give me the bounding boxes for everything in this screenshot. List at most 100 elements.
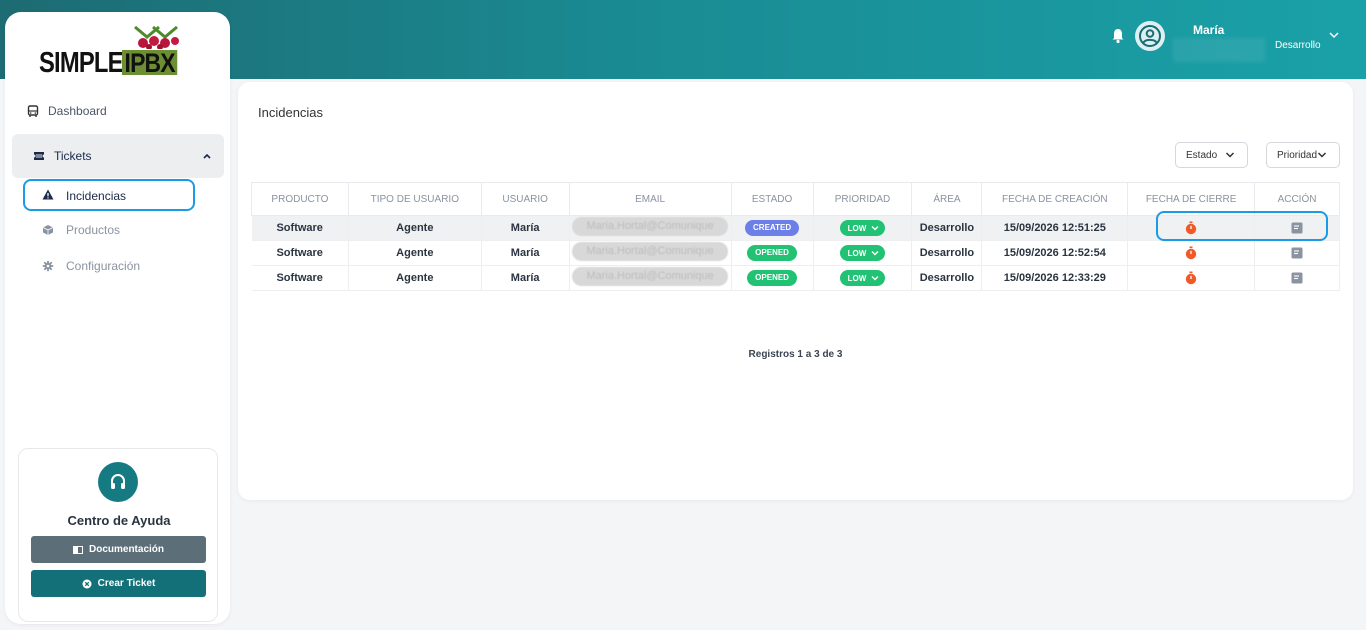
column-header[interactable]: EMAIL <box>569 182 732 216</box>
priority-label: LOW <box>847 223 867 233</box>
cell-estado: OPENED <box>731 265 814 291</box>
timer-icon[interactable] <box>1185 246 1197 260</box>
sidebar-item-label: Dashboard <box>48 104 107 118</box>
document-icon[interactable] <box>1291 272 1303 284</box>
cell-email: Maria.Hortal@Comunique <box>569 240 732 266</box>
box-icon <box>41 223 55 237</box>
sidebar-item-label: Configuración <box>66 259 141 273</box>
cell-prioridad: LOW <box>813 265 913 291</box>
cell-estado: CREATED <box>731 215 814 241</box>
column-header[interactable]: PRODUCTO <box>251 182 349 216</box>
documentation-button-label: Documentación <box>88 544 164 555</box>
cell-prioridad: LOW <box>813 215 913 241</box>
blurred-email: Maria.Hortal@Comunique <box>572 242 729 261</box>
create-ticket-button[interactable]: Crear Ticket <box>31 570 206 597</box>
book-icon <box>72 545 83 554</box>
status-badge: OPENED <box>747 245 797 261</box>
user-name: María <box>1193 23 1225 37</box>
ticket-icon <box>32 149 46 163</box>
sidebar-item-tickets[interactable]: Tickets <box>32 149 92 163</box>
headset-icon <box>98 462 138 502</box>
cell-accion <box>1254 240 1340 266</box>
column-header[interactable]: FECHA DE CREACIÓN <box>981 182 1129 216</box>
cell-tipo-usuario: Agente <box>348 265 482 291</box>
chevron-down-icon <box>1226 152 1235 158</box>
status-badge: OPENED <box>747 270 797 286</box>
priority-select[interactable]: LOW <box>839 270 886 286</box>
table-row[interactable]: Software Agente María Maria.Hortal@Comun… <box>251 240 1340 266</box>
cell-area: Desarrollo <box>911 240 983 266</box>
sidebar-item-label: Tickets <box>54 149 92 163</box>
close-circle-icon <box>82 579 92 589</box>
column-header[interactable]: TIPO DE USUARIO <box>348 182 482 216</box>
priority-select[interactable]: LOW <box>839 245 886 261</box>
column-header[interactable]: ESTADO <box>731 182 814 216</box>
user-avatar[interactable] <box>1135 21 1165 51</box>
cell-fecha-cierre <box>1127 265 1256 291</box>
user-department: Desarrollo <box>1275 40 1321 51</box>
cell-fecha-creacion: 15/09/2026 12:51:25 <box>981 215 1129 241</box>
chevron-down-icon <box>871 251 879 256</box>
chevron-down-icon <box>871 226 879 231</box>
column-header[interactable]: ÁREA <box>911 182 983 216</box>
cell-tipo-usuario: Agente <box>348 240 482 266</box>
document-icon[interactable] <box>1291 247 1303 259</box>
gear-icon <box>41 259 55 273</box>
create-ticket-button-label: Crear Ticket <box>97 578 156 589</box>
cell-accion <box>1254 265 1340 291</box>
column-header[interactable]: PRIORIDAD <box>813 182 913 216</box>
column-header[interactable]: USUARIO <box>481 182 570 216</box>
page-title: Incidencias <box>258 105 324 120</box>
prioridad-filter-label: Prioridad <box>1277 149 1318 161</box>
timer-icon[interactable] <box>1185 271 1197 285</box>
chevron-down-icon <box>1318 152 1327 158</box>
bus-icon <box>26 104 40 118</box>
chevron-down-icon <box>871 276 879 281</box>
cell-fecha-creacion: 15/09/2026 12:33:29 <box>981 265 1129 291</box>
cell-usuario: María <box>481 215 570 241</box>
user-menu[interactable]: María Desarrollo <box>1108 18 1348 64</box>
cell-producto: Software <box>251 265 349 291</box>
cell-estado: OPENED <box>731 240 814 266</box>
sidebar-item-configuracion[interactable]: Configuración <box>41 259 140 273</box>
incidents-card: Incidencias Estado Prioridad PRODUCTO TI… <box>238 82 1353 500</box>
sidebar-item-label: Productos <box>66 223 121 237</box>
chevron-down-icon[interactable] <box>1328 30 1340 40</box>
estado-filter-label: Estado <box>1186 149 1218 161</box>
cell-area: Desarrollo <box>911 215 983 241</box>
warning-icon <box>42 189 56 203</box>
cell-usuario: María <box>481 240 570 266</box>
status-badge: CREATED <box>745 220 800 236</box>
sidebar-item-incidencias[interactable]: Incidencias <box>23 179 195 211</box>
priority-label: LOW <box>847 273 867 283</box>
estado-filter-select[interactable]: Estado <box>1175 142 1248 168</box>
user-circle-icon <box>1139 25 1161 47</box>
priority-select[interactable]: LOW <box>839 220 886 236</box>
help-center-panel: Centro de Ayuda Documentación Crear Tick… <box>18 448 218 622</box>
cell-tipo-usuario: Agente <box>348 215 482 241</box>
cell-producto: Software <box>251 240 349 266</box>
cell-area: Desarrollo <box>911 265 983 291</box>
cell-usuario: María <box>481 265 570 291</box>
raspberry-logo-icon <box>134 25 179 49</box>
blurred-email: Maria.Hortal@Comunique <box>572 217 729 236</box>
cell-fecha-cierre <box>1127 240 1256 266</box>
chevron-up-icon[interactable] <box>202 151 212 161</box>
cell-prioridad: LOW <box>813 240 913 266</box>
sidebar-item-productos[interactable]: Productos <box>41 223 120 237</box>
focus-highlight <box>1156 211 1328 241</box>
user-info-background <box>1173 38 1265 62</box>
help-center-title: Centro de Ayuda <box>67 513 171 528</box>
records-count: Registros 1 a 3 de 3 <box>748 349 843 360</box>
cell-email: Maria.Hortal@Comunique <box>569 215 732 241</box>
blurred-email: Maria.Hortal@Comunique <box>572 267 729 286</box>
simpleipbx-logo[interactable]: SIMPLE IPBX <box>39 25 199 85</box>
documentation-button[interactable]: Documentación <box>31 536 206 563</box>
logo-text-ipbx: IPBX <box>122 50 178 77</box>
table-row[interactable]: Software Agente María Maria.Hortal@Comun… <box>251 265 1340 291</box>
bell-icon[interactable] <box>1111 28 1125 44</box>
prioridad-filter-select[interactable]: Prioridad <box>1266 142 1340 168</box>
priority-label: LOW <box>847 248 867 258</box>
cell-producto: Software <box>251 215 349 241</box>
sidebar-item-dashboard[interactable]: Dashboard <box>26 104 107 118</box>
